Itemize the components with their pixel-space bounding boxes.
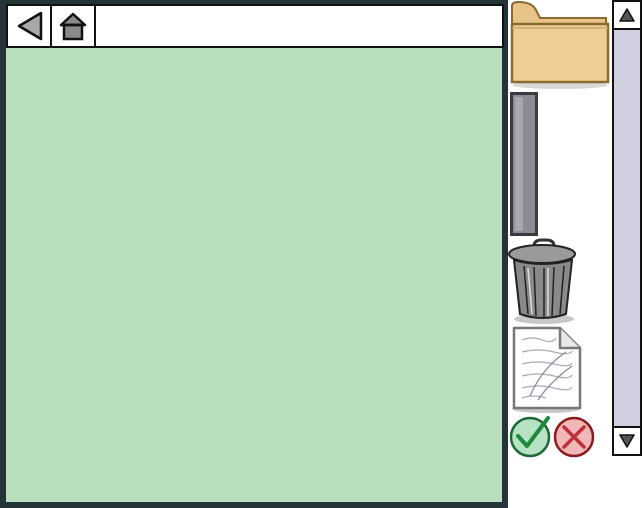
scroll-up-button[interactable] (614, 2, 640, 30)
app-window (0, 0, 644, 508)
down-arrow-icon (619, 434, 635, 448)
confirm-button[interactable] (508, 414, 552, 460)
back-button[interactable] (8, 6, 52, 46)
document-icon (512, 326, 582, 413)
trash-can-icon (508, 238, 576, 324)
document-button[interactable] (508, 324, 584, 414)
folder-icon (510, 0, 610, 89)
home-button[interactable] (52, 6, 96, 46)
content-area[interactable] (6, 48, 502, 502)
up-arrow-icon (619, 8, 635, 22)
scroll-down-button[interactable] (614, 426, 640, 454)
folder-button[interactable] (508, 0, 612, 90)
checkmark-icon (509, 416, 551, 458)
address-input[interactable] (96, 6, 502, 46)
vertical-scrollbar[interactable] (612, 0, 642, 456)
main-panel-frame (0, 0, 508, 508)
home-icon (59, 12, 87, 41)
trash-button[interactable] (508, 236, 580, 326)
back-arrow-icon (17, 11, 43, 41)
handle-icon (510, 92, 538, 236)
slider-handle[interactable] (508, 90, 540, 240)
navigation-bar (6, 4, 504, 48)
cancel-button[interactable] (551, 414, 597, 460)
x-mark-icon (553, 416, 595, 458)
